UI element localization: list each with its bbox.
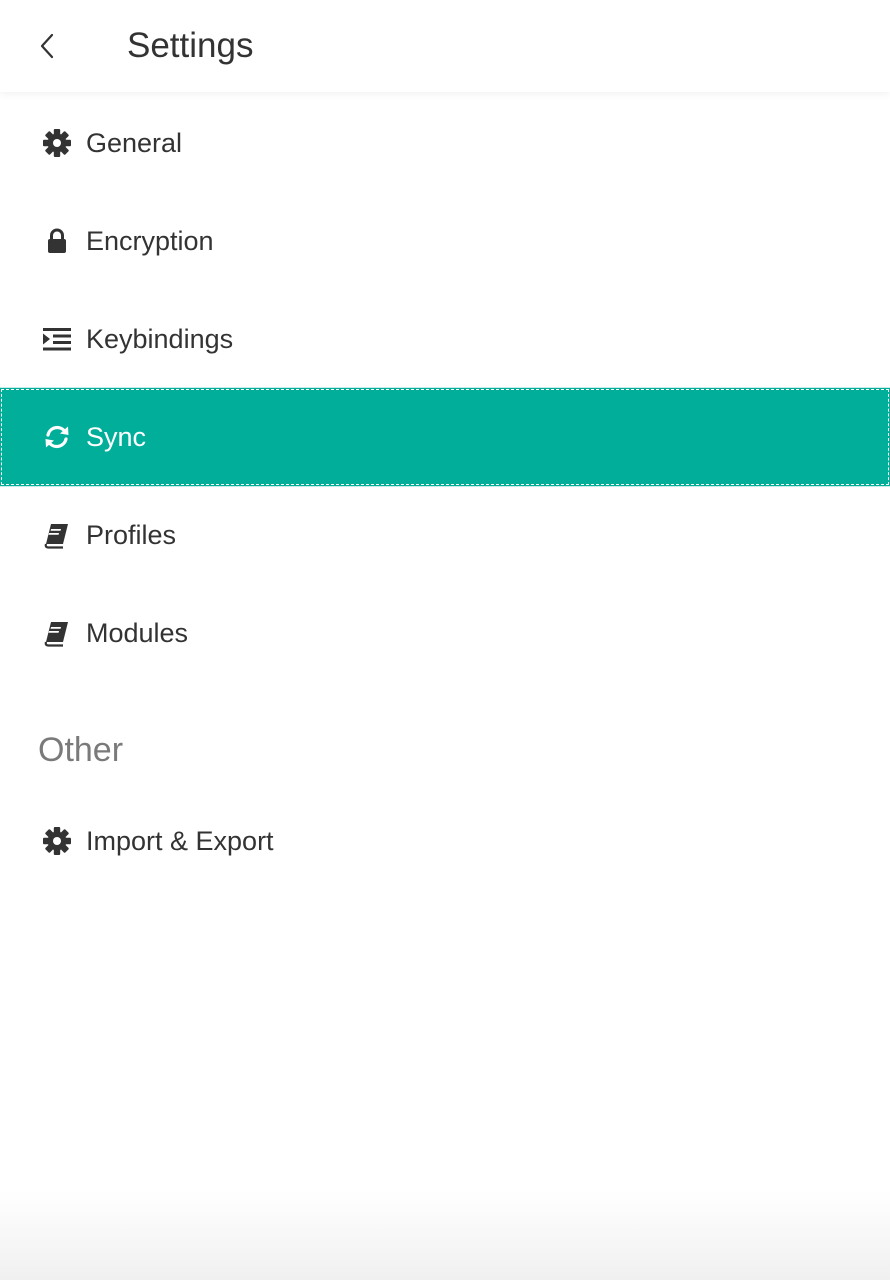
lock-icon: [42, 227, 72, 255]
menu-item-label: Import & Export: [86, 826, 274, 856]
menu-item-label: Encryption: [86, 226, 214, 256]
settings-page: Settings General Encryption Keybindings …: [0, 0, 890, 1280]
menu-item-label: Modules: [86, 618, 189, 648]
menu-item-encryption[interactable]: Encryption: [0, 192, 890, 290]
book-icon: [42, 619, 72, 647]
menu-item-label: Keybindings: [86, 324, 234, 354]
settings-menu: General Encryption Keybindings Sync Prof…: [0, 94, 890, 682]
menu-item-modules[interactable]: Modules: [0, 584, 890, 682]
menu-item-label: Profiles: [86, 520, 177, 550]
back-button[interactable]: [30, 26, 66, 66]
section-heading-other: Other: [38, 731, 124, 769]
menu-item-sync[interactable]: Sync: [0, 388, 890, 486]
indent-list-icon: [42, 325, 72, 353]
menu-item-general[interactable]: General: [0, 94, 890, 192]
menu-item-keybindings[interactable]: Keybindings: [0, 290, 890, 388]
book-icon: [42, 521, 72, 549]
other-menu: Import & Export: [0, 792, 890, 890]
chevron-left-icon: [40, 33, 54, 59]
bottom-shadow: [0, 1190, 890, 1280]
menu-item-label: General: [86, 128, 183, 158]
menu-item-import-export[interactable]: Import & Export: [0, 792, 890, 890]
menu-item-profiles[interactable]: Profiles: [0, 486, 890, 584]
gear-icon: [42, 827, 72, 855]
sync-icon: [42, 423, 72, 451]
header-bar: Settings: [0, 0, 890, 92]
gear-icon: [42, 129, 72, 157]
page-title: Settings: [127, 26, 254, 65]
menu-item-label: Sync: [86, 422, 147, 452]
